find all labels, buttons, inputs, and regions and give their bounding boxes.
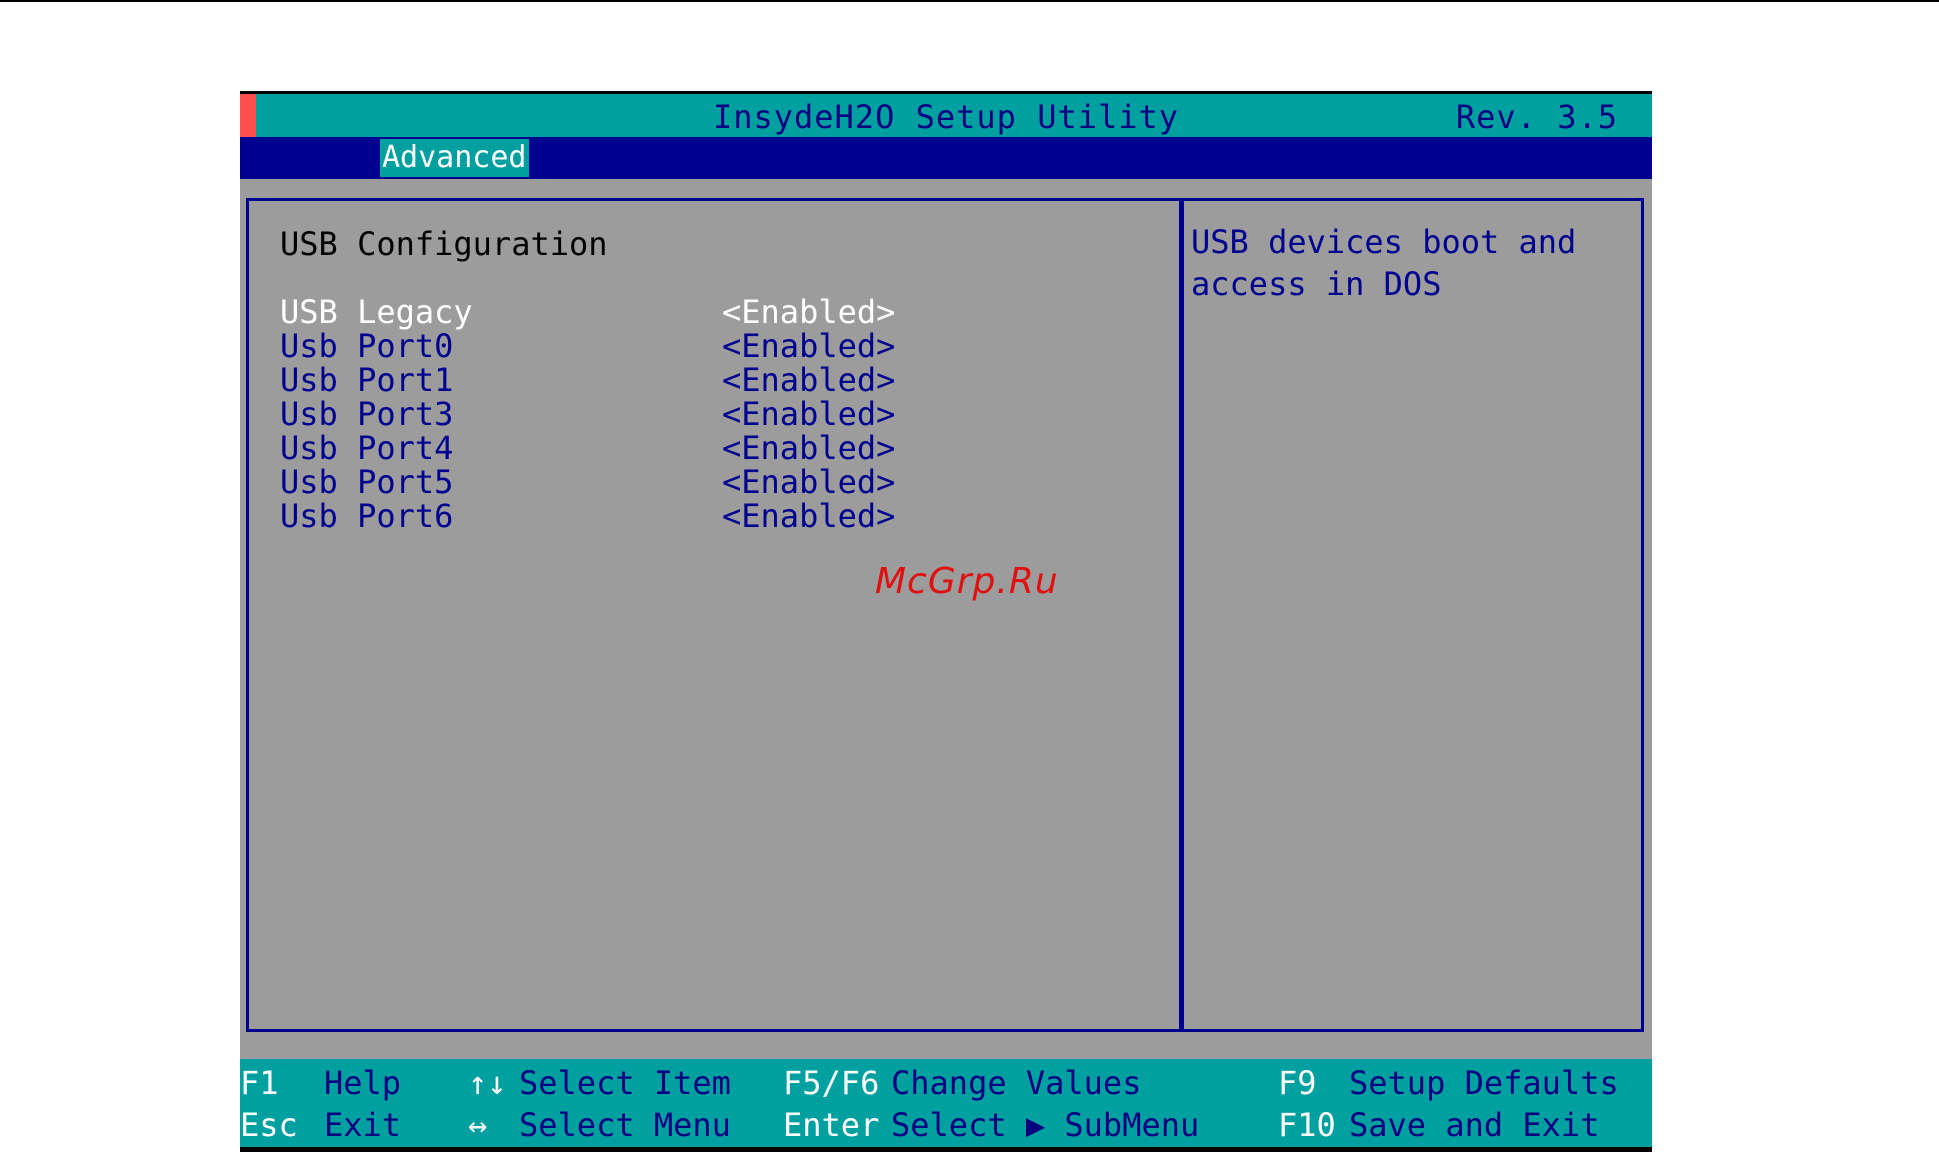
help-panel: USB devices boot and access in DOS (1181, 198, 1644, 1032)
legend-desc: Select Menu (519, 1106, 731, 1144)
section-title: USB Configuration (280, 225, 608, 263)
setting-value[interactable]: <Enabled> (722, 495, 895, 537)
tab-advanced[interactable]: Advanced (380, 139, 529, 177)
legend-desc: Change Values (891, 1064, 1142, 1102)
legend-f9: F9 (1278, 1062, 1317, 1104)
key-left-right-arrows-icon: ↔ (468, 1106, 488, 1144)
settings-panel: USB Configuration USB Legacy <Enabled> U… (246, 198, 1182, 1032)
footer-bottom-rule (240, 1147, 1652, 1152)
legend-arrows-item-desc: Select Item (519, 1062, 731, 1104)
legend-f1-desc: Help (324, 1062, 401, 1104)
legend-desc: Select Item (519, 1064, 731, 1102)
bios-screen: InsydeH2O Setup Utility Rev. 3.5 Advance… (240, 91, 1652, 1152)
setting-label: Usb Port6 (280, 497, 454, 535)
legend-desc: Help (324, 1064, 402, 1102)
legend-desc: Select ▶ SubMenu (891, 1106, 1200, 1144)
help-text: USB devices boot and access in DOS (1191, 223, 1577, 303)
key-f9: F9 (1278, 1064, 1317, 1102)
key-f1: F1 (240, 1064, 279, 1102)
legend-f10-desc: Save and Exit (1349, 1104, 1599, 1146)
key-legend-bar: F1 Help ↑↓ Select Item F5/F6 Change Valu… (240, 1059, 1652, 1147)
key-enter: Enter (783, 1106, 880, 1144)
legend-desc: Save and Exit (1349, 1106, 1600, 1144)
legend-left-right-desc: Select Menu (519, 1104, 731, 1146)
key-esc: Esc (240, 1106, 298, 1144)
legend-f5f6: F5/F6 (783, 1062, 879, 1104)
legend-f9-desc: Setup Defaults (1349, 1062, 1619, 1104)
page-top-rule (0, 0, 1939, 2)
key-up-down-arrows-icon: ↑↓ (468, 1064, 507, 1102)
legend-desc: Setup Defaults (1349, 1064, 1619, 1102)
legend-arrows-item: ↑↓ (468, 1062, 507, 1104)
watermark: McGrp.Ru (875, 561, 1059, 602)
legend-left-right: ↔ (468, 1104, 487, 1146)
setting-row-usb-port6[interactable]: Usb Port6 <Enabled> (280, 495, 1160, 537)
window-title: InsydeH2O Setup Utility (712, 98, 1180, 136)
key-f10: F10 (1278, 1106, 1336, 1144)
menu-bar: Advanced (240, 137, 1652, 179)
legend-enter: Enter (783, 1104, 879, 1146)
revision-label: Rev. 3.5 (1455, 98, 1618, 136)
legend-esc-desc: Exit (324, 1104, 401, 1146)
key-f5f6: F5/F6 (783, 1064, 880, 1102)
legend-f10: F10 (1278, 1104, 1336, 1146)
legend-desc: Exit (324, 1106, 402, 1144)
legend-f1-help: F1 (240, 1062, 279, 1104)
legend-esc: Esc (240, 1104, 298, 1146)
legend-f5f6-desc: Change Values (891, 1062, 1141, 1104)
legend-enter-desc: Select ▶ SubMenu (891, 1104, 1199, 1146)
title-bar: InsydeH2O Setup Utility Rev. 3.5 (240, 91, 1652, 137)
